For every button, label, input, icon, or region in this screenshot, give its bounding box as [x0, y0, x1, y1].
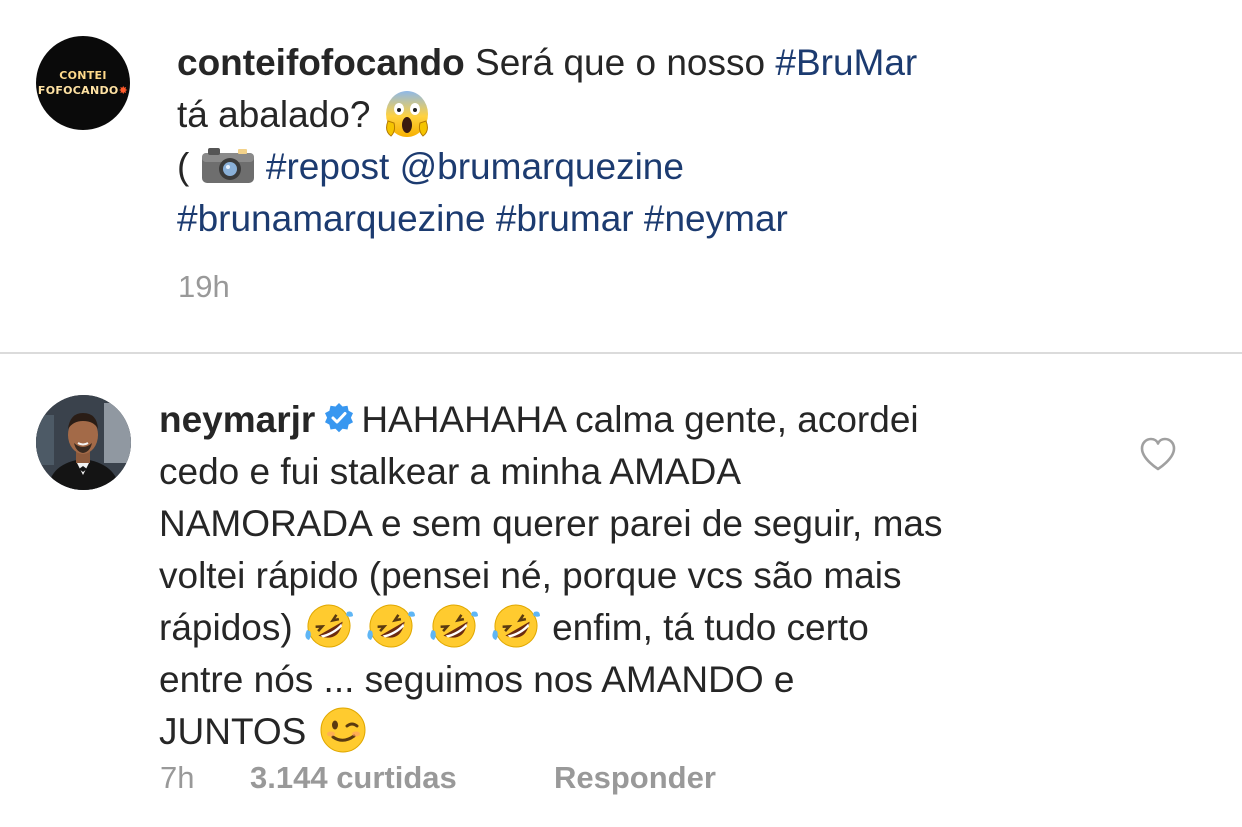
paren-open: (	[177, 146, 190, 187]
post-caption-text: conteifofocando Será que o nosso #BruMar…	[177, 37, 917, 245]
caption-line-2: tá abalado?	[177, 89, 917, 141]
laugh-emoji-group	[303, 604, 552, 648]
verified-badge-icon	[325, 403, 354, 433]
winking-face-emoji-icon	[320, 707, 366, 753]
avatar-text-line1: CONTEI	[59, 69, 107, 82]
person-avatar-icon	[36, 395, 131, 490]
caption-line-4: #brunamarquezine #brumar #neymar	[177, 193, 917, 245]
scream-emoji-icon	[385, 91, 428, 138]
caption-text-2: tá abalado?	[177, 94, 371, 135]
comment-text-line-6: entre nós ... seguimos nos AMANDO e	[159, 659, 795, 700]
comment-text-line-1: HAHAHAHA calma gente, acordei	[361, 399, 919, 440]
heart-outline-icon[interactable]	[1139, 436, 1177, 472]
hashtag-brumar-caps[interactable]: #BruMar	[775, 42, 917, 83]
reply-button[interactable]: Responder	[554, 760, 716, 796]
comment-text-line-3: NAMORADA e sem querer parei de seguir, m…	[159, 503, 943, 544]
comment-text-line-5-start: rápidos)	[159, 607, 293, 648]
mention-brumarquezine[interactable]: @brumarquezine	[400, 146, 684, 187]
comment-line-7: JUNTOS	[159, 706, 943, 758]
neymarjr-avatar[interactable]	[36, 395, 131, 490]
comment-line-6: entre nós ... seguimos nos AMANDO e	[159, 654, 943, 706]
comment-like-count[interactable]: 3.144 curtidas	[250, 760, 457, 796]
comment-line-3: NAMORADA e sem querer parei de seguir, m…	[159, 498, 943, 550]
comment-line-2: cedo e fui stalkear a minha AMADA	[159, 446, 943, 498]
comment-line-4: voltei rápido (pensei né, porque vcs são…	[159, 550, 943, 602]
hashtag-neymar[interactable]: #neymar	[644, 198, 788, 239]
rolling-laughing-emoji-icon	[492, 604, 540, 648]
comment-text: neymarjr HAHAHAHA calma gente, acordei c…	[159, 394, 943, 758]
spark-icon: ✸	[118, 84, 129, 97]
comment-timestamp: 7h	[160, 760, 195, 795]
hashtag-brumar[interactable]: #brumar	[496, 198, 634, 239]
hashtag-brunamarquezine[interactable]: #brunamarquezine	[177, 198, 486, 239]
rolling-laughing-emoji-icon	[429, 604, 478, 648]
comment-line-1: neymarjr HAHAHAHA calma gente, acordei	[159, 394, 943, 446]
post-caption: CONTEI FOFOCANDO✸ conteifofocando Será q…	[0, 0, 1242, 352]
comment-text-line-4: voltei rápido (pensei né, porque vcs são…	[159, 555, 902, 596]
post-timestamp: 19h	[178, 269, 230, 304]
camera-emoji-icon	[201, 148, 254, 184]
comment-text-line-7: JUNTOS	[159, 711, 307, 752]
hashtag-repost[interactable]: #repost	[266, 146, 389, 187]
avatar-text-line2: FOFOCANDO✸	[38, 83, 128, 98]
rolling-laughing-emoji-icon	[305, 604, 353, 648]
caption-line-1: conteifofocando Será que o nosso #BruMar	[177, 37, 917, 89]
comment-text-line-5-end: enfim, tá tudo certo	[552, 607, 869, 648]
caption-line-3: ( #repost @brumarquezine	[177, 141, 917, 193]
comment-line-5: rápidos) enfim, tá tudo certo	[159, 602, 943, 654]
conteifofocando-avatar[interactable]: CONTEI FOFOCANDO✸	[36, 36, 130, 130]
avatar-text-line2-label: FOFOCANDO	[37, 84, 119, 97]
post-username[interactable]: conteifofocando	[177, 42, 465, 83]
comment-text-line-2: cedo e fui stalkear a minha AMADA	[159, 451, 742, 492]
caption-text-1: Será que o nosso	[475, 42, 766, 83]
comment-username[interactable]: neymarjr	[159, 399, 315, 440]
rolling-laughing-emoji-icon	[367, 604, 416, 648]
